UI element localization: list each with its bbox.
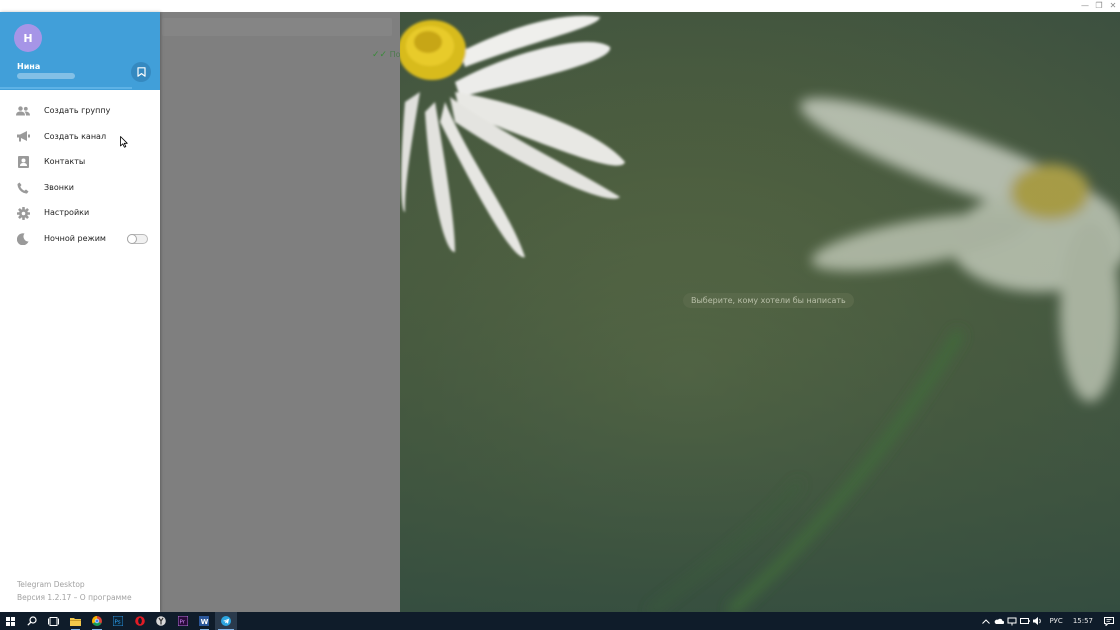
chat-status: ✓✓ По	[372, 50, 401, 60]
minimize-button[interactable]: —	[1078, 0, 1092, 12]
task-view-button[interactable]	[43, 612, 65, 630]
footer-version-link[interactable]: Версия 1.2.17 – О программе	[17, 591, 132, 604]
menu-footer: Telegram Desktop Версия 1.2.17 – О прогр…	[17, 578, 132, 604]
taskbar-chrome[interactable]	[86, 612, 108, 630]
bookmark-icon	[136, 67, 146, 77]
taskbar-opera[interactable]	[129, 612, 151, 630]
folder-icon	[69, 617, 81, 626]
user-name: Нина	[17, 62, 41, 71]
clock[interactable]: 15:57	[1068, 617, 1098, 625]
mouse-cursor-icon	[120, 136, 128, 148]
telegram-icon	[220, 616, 231, 626]
input-language[interactable]: РУС	[1044, 617, 1067, 625]
premiere-icon: Pr	[177, 616, 188, 626]
empty-chat-prompt: Выберите, кому хотели бы написать	[683, 293, 854, 308]
menu-item-new-channel[interactable]: Создать канал	[0, 124, 160, 150]
footer-app-name: Telegram Desktop	[17, 580, 85, 589]
svg-text:Ps: Ps	[115, 620, 121, 626]
taskbar-premiere[interactable]: Pr	[172, 612, 194, 630]
phone-icon	[16, 181, 30, 195]
maximize-button[interactable]: ❐	[1092, 0, 1106, 12]
contacts-icon	[16, 155, 30, 169]
chat-wallpaper: Выберите, кому хотели бы написать	[400, 12, 1120, 612]
start-button[interactable]	[0, 612, 22, 630]
menu-item-new-group[interactable]: Создать группу	[0, 98, 160, 124]
opera-icon	[134, 616, 145, 626]
saved-messages-button[interactable]	[131, 62, 151, 82]
menu-item-label: Ночной режим	[44, 233, 106, 243]
telegram-app: ✓✓ По Выберите, кому хотели бы написать …	[0, 12, 1120, 612]
close-button[interactable]: ✕	[1106, 0, 1120, 12]
power-icon[interactable]	[1018, 612, 1031, 630]
taskbar-file-explorer[interactable]	[65, 612, 87, 630]
side-menu: Н Нина Создать группу Создать канал Конт…	[0, 12, 160, 612]
double-check-icon: ✓✓	[372, 50, 388, 60]
menu-item-label: Создать группу	[44, 106, 111, 115]
notifications-icon[interactable]	[1098, 612, 1120, 630]
photoshop-icon: Ps	[113, 616, 124, 626]
word-icon: W	[199, 616, 210, 626]
group-icon	[16, 104, 30, 118]
task-view-icon	[48, 616, 60, 626]
taskbar-apps: Ps Pr W	[0, 612, 237, 630]
menu-item-contacts[interactable]: Контакты	[0, 149, 160, 175]
network-icon[interactable]	[1005, 612, 1018, 630]
onedrive-icon[interactable]	[992, 612, 1005, 630]
search-input[interactable]	[162, 18, 392, 36]
moon-icon	[16, 232, 30, 246]
taskbar-telegram[interactable]	[215, 612, 237, 630]
menu-item-night-mode[interactable]: Ночной режим	[0, 226, 160, 252]
menu-items: Создать группу Создать канал Контакты Зв…	[0, 98, 160, 252]
menu-item-calls[interactable]: Звонки	[0, 175, 160, 201]
menu-item-label: Создать канал	[44, 131, 107, 141]
avatar[interactable]: Н	[14, 24, 42, 52]
yandex-icon	[156, 616, 167, 626]
svg-text:Pr: Pr	[179, 620, 185, 626]
header-accent-line	[0, 87, 132, 89]
windows-logo-icon	[6, 616, 16, 626]
taskbar-word[interactable]: W	[194, 612, 216, 630]
gear-icon	[16, 206, 30, 220]
tray-chevron-up-icon[interactable]	[979, 612, 992, 630]
menu-item-label: Звонки	[44, 182, 74, 192]
taskbar-yandex[interactable]	[151, 612, 173, 630]
window-controls: — ❐ ✕	[1078, 0, 1120, 12]
taskbar-search-button[interactable]	[22, 612, 44, 630]
megaphone-icon	[16, 130, 30, 144]
night-mode-toggle[interactable]	[127, 233, 148, 244]
taskbar: Ps Pr W РУС 15:57	[0, 612, 1120, 630]
taskbar-photoshop[interactable]: Ps	[108, 612, 130, 630]
menu-item-label: Контакты	[44, 157, 86, 167]
chrome-icon	[91, 616, 102, 626]
user-phone-redacted	[17, 73, 75, 79]
volume-icon[interactable]	[1031, 612, 1044, 630]
menu-item-settings[interactable]: Настройки	[0, 200, 160, 226]
menu-item-label: Настройки	[44, 208, 90, 218]
chat-status-text: По	[389, 50, 401, 59]
search-icon	[27, 616, 37, 626]
system-tray: РУС 15:57	[979, 612, 1120, 630]
daisy-wallpaper-image	[400, 12, 1120, 612]
toggle-knob	[127, 233, 137, 244]
svg-text:W: W	[201, 618, 209, 626]
title-bar: — ❐ ✕	[0, 0, 1120, 12]
menu-header: Н Нина	[0, 12, 160, 90]
